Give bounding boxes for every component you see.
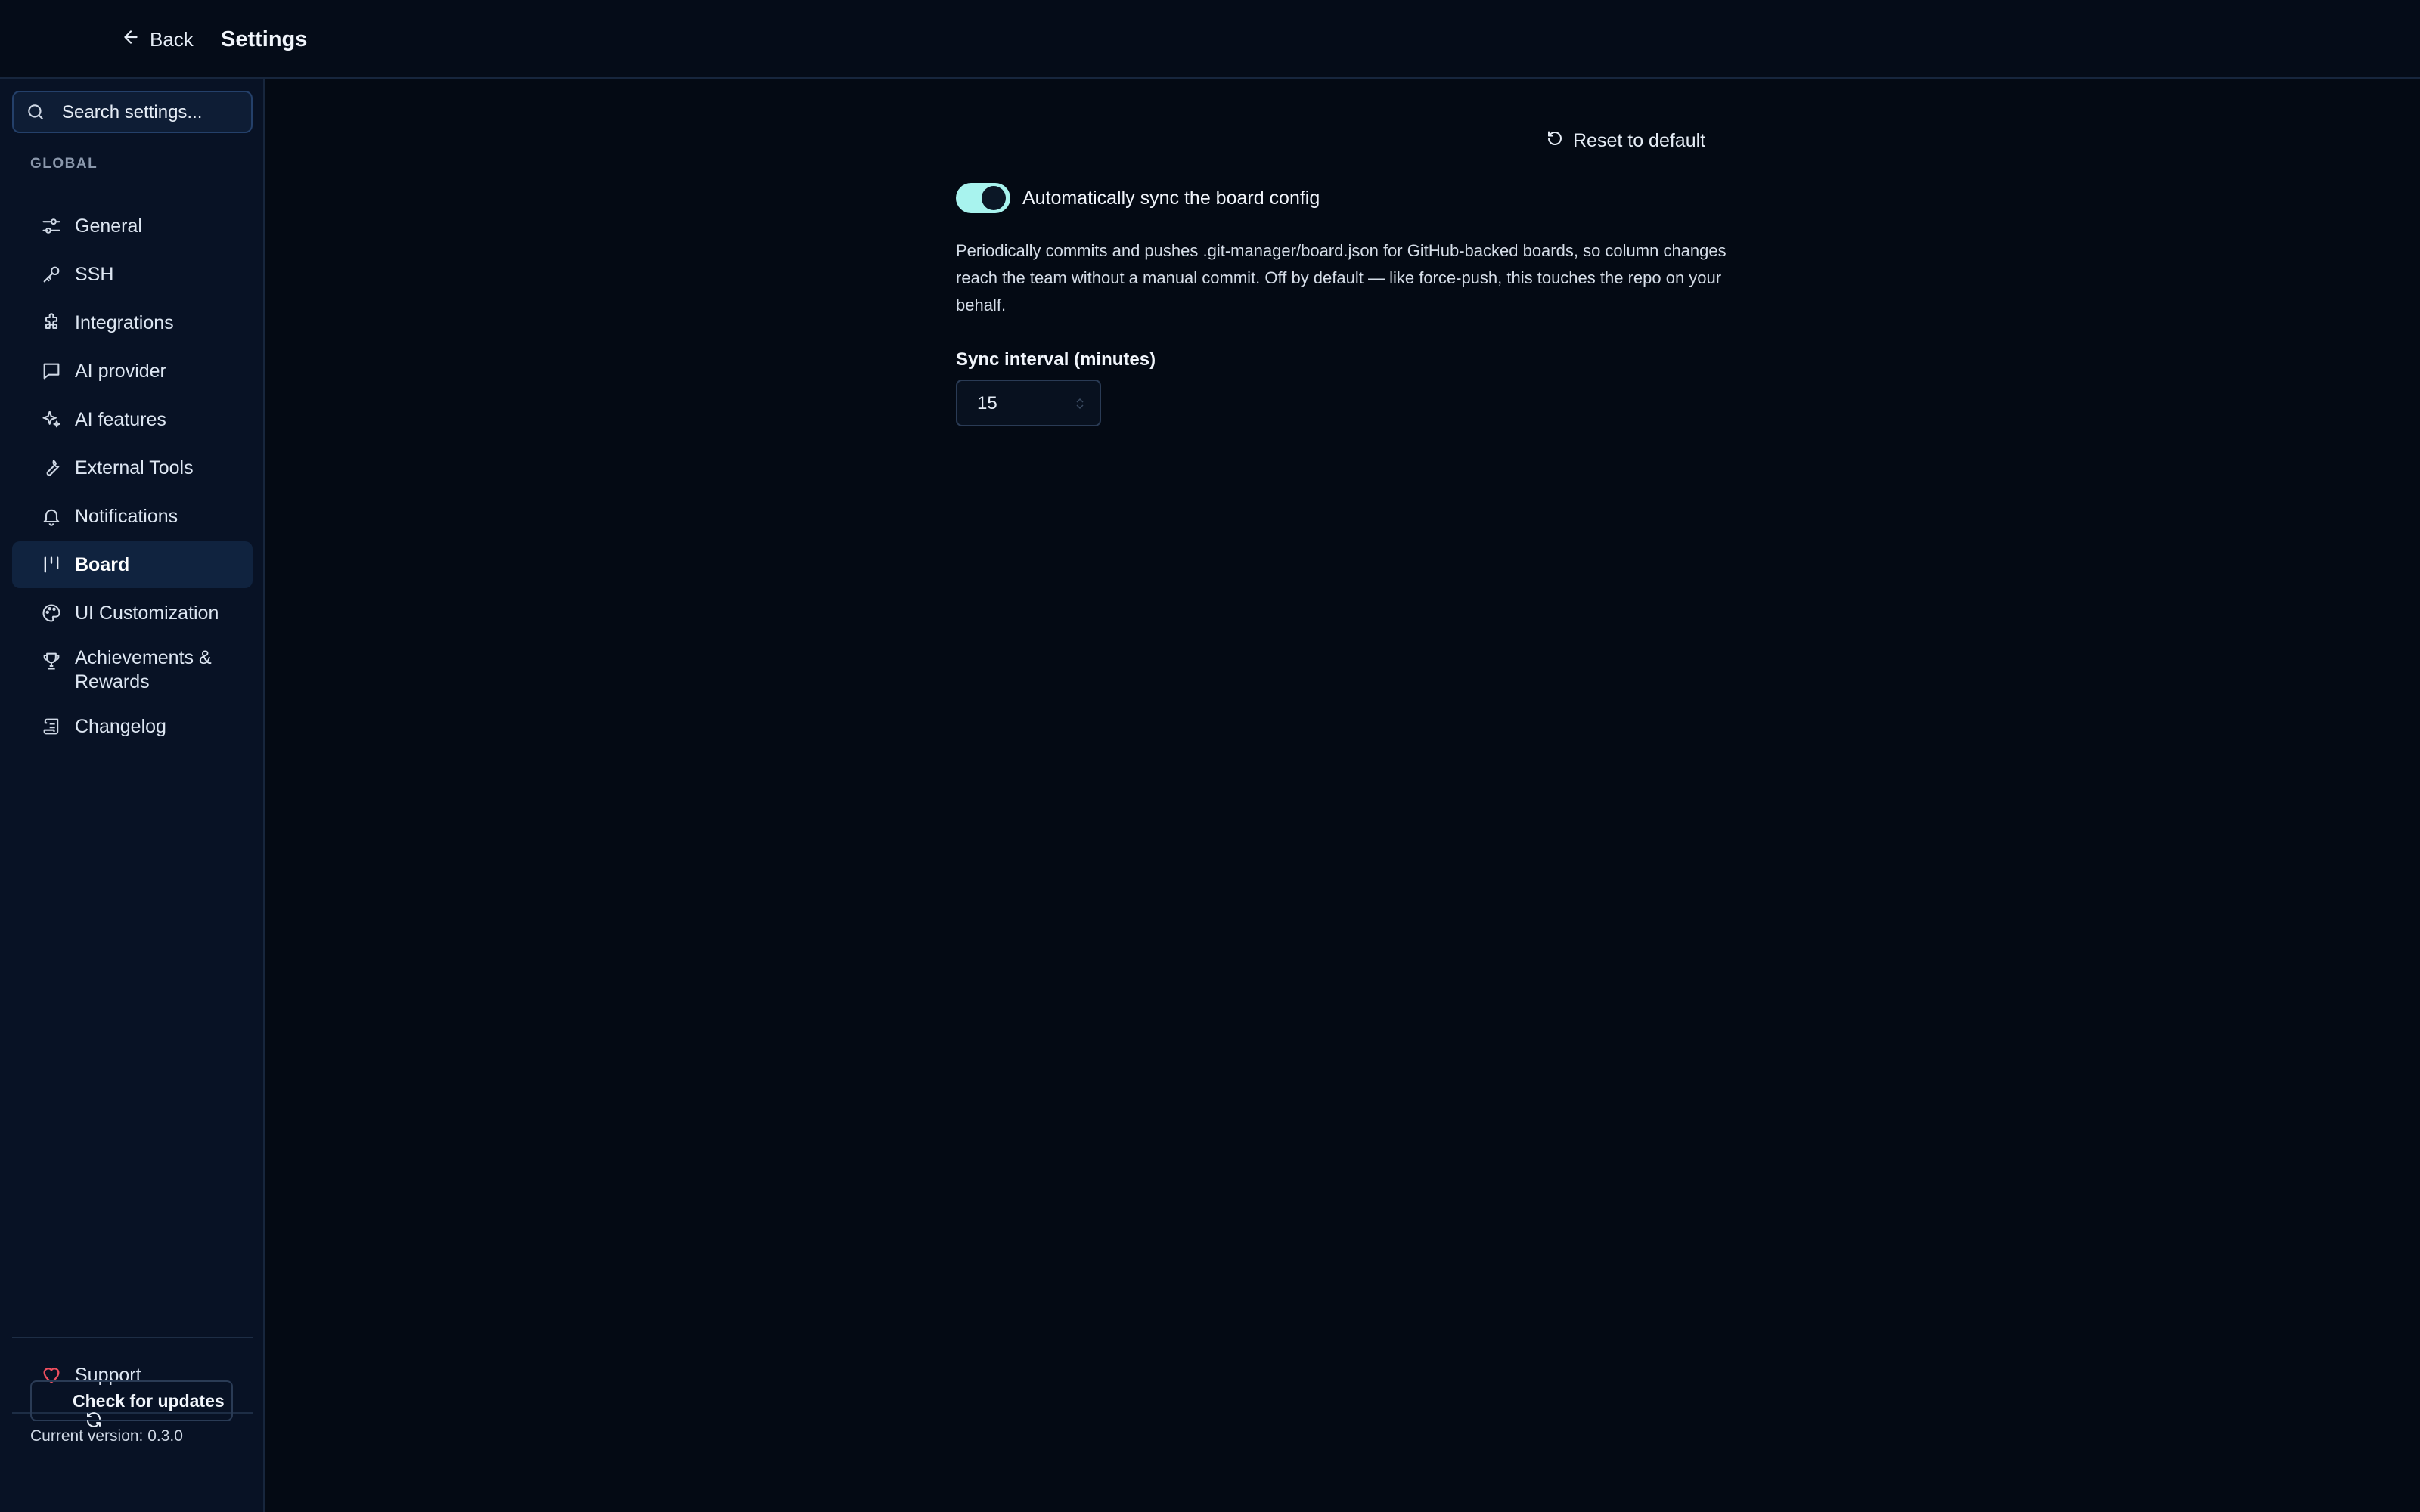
palette-icon bbox=[41, 603, 62, 624]
sync-interval-field[interactable] bbox=[956, 380, 1101, 426]
arrow-left-icon bbox=[121, 27, 141, 52]
sync-interval-input[interactable] bbox=[976, 381, 1069, 426]
check-updates-label: Check for updates bbox=[73, 1390, 225, 1411]
sidebar-item-label: UI Customization bbox=[75, 603, 219, 624]
trophy-icon bbox=[41, 650, 62, 671]
sync-interval-label: Sync interval (minutes) bbox=[956, 349, 1156, 370]
search-box[interactable] bbox=[12, 91, 253, 133]
sidebar-item-external-tools[interactable]: External Tools bbox=[12, 445, 253, 491]
bell-icon bbox=[41, 506, 62, 527]
version-text: Current version: 0.3.0 bbox=[30, 1427, 183, 1445]
reset-to-default-button[interactable]: Reset to default bbox=[1546, 125, 1705, 156]
search-input[interactable] bbox=[60, 92, 245, 133]
sidebar-item-label: Integrations bbox=[75, 312, 174, 333]
sidebar-item-general[interactable]: General bbox=[12, 203, 253, 249]
reset-label: Reset to default bbox=[1573, 129, 1706, 151]
check-updates-button[interactable]: Check for updates bbox=[30, 1380, 233, 1427]
auto-sync-description: Periodically commits and pushes .git-man… bbox=[956, 241, 1727, 314]
sidebar: GLOBAL General SSH Integrations AI provi… bbox=[0, 79, 265, 1512]
message-icon bbox=[41, 361, 62, 382]
scroll-icon bbox=[41, 716, 62, 737]
back-button[interactable]: Back bbox=[121, 23, 194, 56]
sidebar-item-label: Changelog bbox=[75, 716, 166, 737]
sidebar-item-ui-customization[interactable]: UI Customization bbox=[12, 590, 253, 637]
sidebar-item-ai-provider[interactable]: AI provider bbox=[12, 348, 253, 395]
puzzle-icon bbox=[41, 312, 62, 333]
sidebar-item-integrations[interactable]: Integrations bbox=[12, 299, 253, 346]
sidebar-item-label: SSH bbox=[75, 264, 114, 285]
sparkles-icon bbox=[41, 409, 62, 430]
sidebar-item-notifications[interactable]: Notifications bbox=[12, 493, 253, 540]
rotate-ccw-icon bbox=[1546, 129, 1564, 153]
toggle-knob bbox=[982, 186, 1006, 210]
section-label-global: GLOBAL bbox=[30, 156, 98, 172]
sidebar-item-board[interactable]: Board bbox=[12, 541, 253, 588]
sidebar-item-ai-features[interactable]: AI features bbox=[12, 396, 253, 443]
page-title: Settings bbox=[221, 27, 308, 51]
top-bar: Back Settings bbox=[0, 0, 2420, 79]
sidebar-item-label: Achievements & Rewards bbox=[75, 647, 212, 692]
sidebar-item-achievements[interactable]: Achievements & Rewards bbox=[12, 638, 253, 702]
auto-sync-toggle[interactable] bbox=[956, 183, 1010, 213]
sidebar-item-ssh[interactable]: SSH bbox=[12, 251, 253, 298]
sidebar-divider bbox=[12, 1337, 253, 1338]
key-icon bbox=[41, 264, 62, 285]
sidebar-item-label: AI provider bbox=[75, 361, 166, 382]
back-label: Back bbox=[150, 27, 194, 51]
sidebar-item-changelog[interactable]: Changelog bbox=[12, 703, 253, 750]
sidebar-item-label: Board bbox=[75, 554, 130, 575]
sidebar-item-label: General bbox=[75, 215, 142, 237]
sidebar-item-label: External Tools bbox=[75, 457, 194, 479]
stepper-icon[interactable] bbox=[1075, 397, 1084, 411]
sidebar-item-label: Notifications bbox=[75, 506, 178, 527]
kanban-icon bbox=[41, 554, 62, 575]
wrench-icon bbox=[41, 457, 62, 479]
sliders-icon bbox=[41, 215, 62, 237]
auto-sync-label: Automatically sync the board config bbox=[1022, 187, 1320, 209]
sidebar-item-label: AI features bbox=[75, 409, 166, 430]
